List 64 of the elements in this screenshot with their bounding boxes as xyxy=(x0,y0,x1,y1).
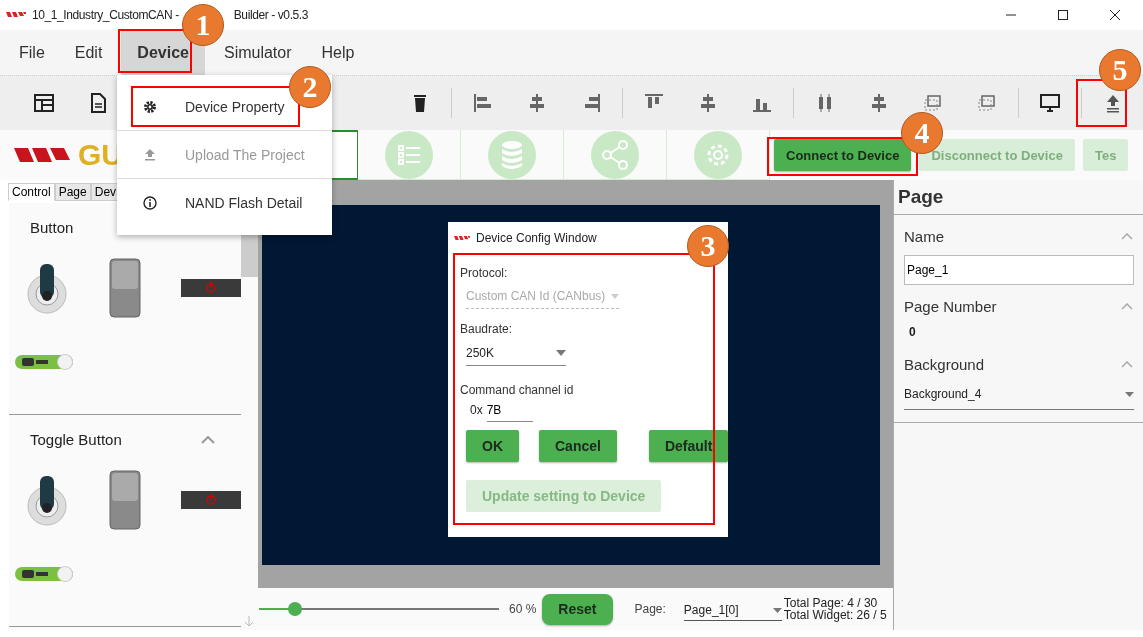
reset-button[interactable]: Reset xyxy=(542,593,613,625)
property-title: Name xyxy=(904,228,944,245)
dialog-title: Device Config Window xyxy=(476,231,597,245)
baudrate-select[interactable]: 250K xyxy=(466,346,566,366)
device-button[interactable]: Connect to Device xyxy=(774,139,912,171)
menu-item[interactable]: Device Property xyxy=(134,89,289,124)
slider-thumb[interactable] xyxy=(288,602,302,616)
dialog-button[interactable]: Cancel xyxy=(539,430,617,462)
caret-icon[interactable] xyxy=(1121,361,1133,368)
scroll-thumb[interactable] xyxy=(241,233,258,277)
info-icon xyxy=(143,195,157,210)
monitor-icon[interactable] xyxy=(1039,92,1061,114)
section-title: Toggle Button xyxy=(30,431,122,448)
settings-icon xyxy=(143,99,157,114)
page-label: Page: xyxy=(634,602,666,616)
count-text: Total Widget: 26 / 5 xyxy=(783,609,887,621)
dropdown-arrow-icon xyxy=(772,607,782,613)
align-icon[interactable] xyxy=(472,92,494,114)
section-title: Button xyxy=(30,219,74,236)
count-text: Total Page: 4 / 30 xyxy=(783,597,879,609)
hex-prefix: 0x xyxy=(470,403,483,417)
lever-switch-icon[interactable] xyxy=(25,474,69,526)
slide-switch-icon[interactable] xyxy=(15,354,73,370)
panel-tab[interactable]: Page xyxy=(54,183,91,201)
panel-title: Page xyxy=(894,180,1143,215)
menu-item[interactable]: Edit xyxy=(63,30,114,75)
name-field[interactable]: Page_1 xyxy=(904,255,1134,285)
align-icon[interactable] xyxy=(922,92,944,114)
app-logo-icon xyxy=(6,11,26,19)
background-select[interactable]: Background_4 xyxy=(904,383,1134,410)
field-label: Command channel id xyxy=(460,383,574,397)
window-title: 10_1_Industry_CustomCAN - xyxy=(32,8,179,22)
app-logo-icon xyxy=(454,234,470,242)
close-icon[interactable] xyxy=(1109,9,1121,21)
power-switch-icon[interactable] xyxy=(181,491,241,509)
dropdown-arrow-icon xyxy=(611,293,620,299)
lever-switch-icon[interactable] xyxy=(25,262,69,314)
power-switch-icon[interactable] xyxy=(181,279,241,297)
field-label: Baudrate: xyxy=(460,322,513,336)
page-select[interactable]: Page_1[0] xyxy=(683,597,782,621)
dropdown-arrow-icon xyxy=(1125,391,1134,397)
menu-item[interactable]: File xyxy=(8,30,56,75)
dialog-button[interactable]: OK xyxy=(466,430,519,462)
property-title: Background xyxy=(904,356,985,373)
dialog-button[interactable]: Default xyxy=(648,430,729,462)
field-label: Protocol: xyxy=(460,266,508,280)
caret-icon[interactable] xyxy=(201,435,215,444)
zoom-reading: 60 % xyxy=(509,602,537,616)
window-title: Builder - v0.5.3 xyxy=(233,8,309,22)
rocker-switch-icon[interactable] xyxy=(109,258,141,318)
slide-switch-icon[interactable] xyxy=(15,566,73,582)
step-badge: 1 xyxy=(182,4,224,46)
caret-icon[interactable] xyxy=(1121,233,1133,240)
align-icon[interactable] xyxy=(976,92,998,114)
upload-icon xyxy=(143,147,157,162)
caret-icon[interactable] xyxy=(1121,303,1133,310)
panel-tab[interactable]: Control xyxy=(8,183,55,201)
dropdown-arrow-icon xyxy=(556,350,566,356)
rocker-switch-icon[interactable] xyxy=(109,470,141,530)
property-title: Page Number xyxy=(904,298,997,315)
maximize-icon[interactable] xyxy=(1057,9,1069,21)
page-number: 0 xyxy=(908,325,916,339)
menu-item[interactable]: NAND Flash Detail xyxy=(134,185,307,220)
layout-icon[interactable] xyxy=(33,92,55,114)
